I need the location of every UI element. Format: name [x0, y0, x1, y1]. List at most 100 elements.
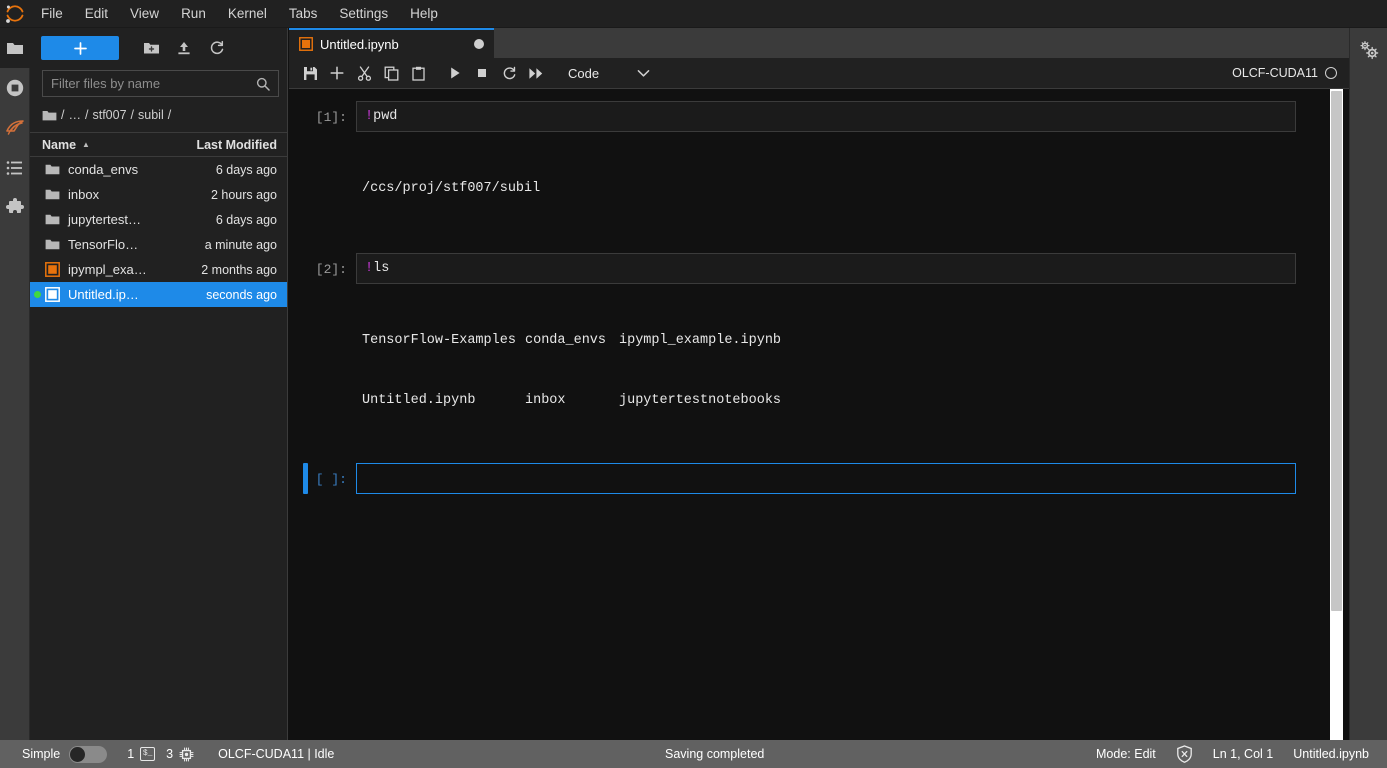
search-icon: [256, 77, 270, 91]
menu-run[interactable]: Run: [170, 0, 217, 28]
cell-spacer: [289, 455, 1349, 463]
output-line: /ccs/proj/stf007/subil: [362, 181, 541, 196]
cell-input-area[interactable]: !pwd: [356, 101, 1296, 132]
cell-prompt: [ ]:: [315, 472, 347, 487]
notebook-cell-active[interactable]: [ ]:: [289, 463, 1349, 494]
kernel-info-status[interactable]: OLCF-CUDA11 | Idle: [218, 747, 334, 761]
sidebar-item-git[interactable]: [0, 108, 30, 148]
file-name: ipympl_exa…: [68, 262, 147, 277]
notebook-canvas[interactable]: [1]: !pwd /ccs/proj/stf007/subil [2]: !l…: [289, 89, 1349, 740]
sidebar-item-extension-manager[interactable]: [0, 188, 30, 228]
new-launcher-button[interactable]: [41, 36, 119, 60]
save-button[interactable]: [297, 61, 323, 86]
list-item[interactable]: inbox 2 hours ago: [30, 182, 287, 207]
file-modified: a minute ago: [204, 237, 277, 252]
file-name: conda_envs: [68, 162, 139, 177]
cell-code-text: ls: [373, 261, 390, 276]
property-inspector-icon[interactable]: [1350, 28, 1387, 72]
notebook-cell-list: [1]: !pwd /ccs/proj/stf007/subil [2]: !l…: [289, 89, 1349, 494]
restart-and-run-all-button[interactable]: [523, 61, 549, 86]
cursor-position-status[interactable]: Ln 1, Col 1: [1213, 747, 1273, 761]
restart-kernel-button[interactable]: [496, 61, 522, 86]
new-folder-button[interactable]: [136, 35, 166, 61]
folder-icon: [40, 238, 64, 251]
kernel-chip-icon: [179, 746, 194, 762]
jupyter-logo: [0, 0, 30, 28]
breadcrumb-home-icon[interactable]: [42, 109, 57, 122]
cell-spacer: [289, 243, 1349, 253]
sort-ascending-icon: ▲: [82, 140, 90, 149]
run-button[interactable]: [442, 61, 468, 86]
toggle-knob: [70, 746, 86, 762]
menu-tabs[interactable]: Tabs: [278, 0, 329, 28]
output-cell: conda_envs: [525, 333, 607, 348]
file-name: inbox: [68, 187, 100, 202]
breadcrumb-ellipsis[interactable]: …: [68, 108, 81, 122]
column-header-name-label: Name: [42, 137, 77, 152]
stop-button[interactable]: [469, 61, 495, 86]
cell-prompt: [1]:: [315, 110, 347, 125]
menu-kernel[interactable]: Kernel: [217, 0, 278, 28]
cell-code-line: !ls: [365, 259, 1287, 278]
list-item[interactable]: conda_envs 6 days ago: [30, 157, 287, 182]
kernels-status[interactable]: 3: [166, 746, 194, 762]
editor-mode-status[interactable]: Mode: Edit: [1096, 747, 1156, 761]
simple-mode-label: Simple: [22, 747, 61, 761]
filter-files-input[interactable]: [51, 76, 241, 91]
breadcrumb-subil[interactable]: subil: [138, 108, 164, 122]
paste-button[interactable]: [405, 61, 431, 86]
chevron-down-icon: [637, 69, 650, 78]
list-item[interactable]: TensorFlo… a minute ago: [30, 232, 287, 257]
refresh-file-list-button[interactable]: [202, 35, 232, 61]
menu-edit[interactable]: Edit: [74, 0, 119, 28]
file-list: conda_envs 6 days ago inbox 2 hours ago …: [30, 157, 287, 740]
file-name: jupytertest…: [68, 212, 141, 227]
file-list-header: Name ▲ Last Modified: [30, 132, 287, 157]
sidebar-item-file-browser[interactable]: [0, 28, 30, 68]
list-item[interactable]: Untitled.ip… seconds ago: [30, 282, 287, 307]
file-modified: 2 months ago: [201, 262, 277, 277]
cell-input-area[interactable]: [356, 463, 1296, 494]
menu-view[interactable]: View: [119, 0, 170, 28]
sidebar-item-running-terminals[interactable]: [0, 68, 30, 108]
cell-code-line: !pwd: [365, 107, 1287, 126]
terminals-status[interactable]: 1 $_: [127, 747, 156, 761]
kernel-idle-circle-icon: [1325, 67, 1337, 79]
notebook-icon: [40, 287, 64, 302]
menu-help[interactable]: Help: [399, 0, 449, 28]
upload-files-button[interactable]: [169, 35, 199, 61]
notebook-icon: [299, 37, 313, 51]
active-file-name-status: Untitled.ipynb: [1293, 747, 1369, 761]
column-header-last-modified[interactable]: Last Modified: [179, 138, 287, 152]
tab-dirty-indicator[interactable]: [474, 39, 484, 49]
folder-icon: [40, 188, 64, 201]
file-filter-box[interactable]: [42, 70, 279, 97]
column-header-name[interactable]: Name ▲: [30, 138, 179, 152]
status-bar-left: Simple 1 $_ 3 OLCF-CUDA11 | Idle: [0, 745, 334, 763]
status-bar-right: Mode: Edit Ln 1, Col 1 Untitled.ipynb: [1096, 745, 1387, 763]
sidebar-item-table-of-contents[interactable]: [0, 148, 30, 188]
cell-type-select[interactable]: Code: [562, 61, 654, 85]
menu-settings[interactable]: Settings: [328, 0, 399, 28]
insert-cell-button[interactable]: [324, 61, 350, 86]
kernels-count: 3: [166, 747, 174, 761]
notebook-cell[interactable]: [1]: !pwd: [289, 101, 1349, 132]
cell-input-area[interactable]: !ls: [356, 253, 1296, 284]
cut-button[interactable]: [351, 61, 377, 86]
breadcrumb-stf007[interactable]: stf007: [92, 108, 126, 122]
main-dock-area: Untitled.ipynb Code OLCF-CUDA11 [1]: !pw…: [289, 28, 1349, 740]
list-item[interactable]: jupytertest… 6 days ago: [30, 207, 287, 232]
notebook-cell[interactable]: [2]: !ls: [289, 253, 1349, 284]
simple-mode-toggle[interactable]: [69, 745, 108, 763]
file-modified: 6 days ago: [215, 162, 277, 177]
terminals-count: 1: [127, 747, 135, 761]
file-filter-wrapper: [30, 68, 287, 103]
kernel-status-indicator[interactable]: OLCF-CUDA11: [1232, 66, 1349, 80]
breadcrumb-root[interactable]: /: [61, 108, 64, 122]
list-item[interactable]: ipympl_exa… 2 months ago: [30, 257, 287, 282]
menu-file[interactable]: File: [30, 0, 74, 28]
shield-x-icon[interactable]: [1176, 745, 1193, 763]
copy-button[interactable]: [378, 61, 404, 86]
tab-untitled-ipynb[interactable]: Untitled.ipynb: [289, 28, 494, 58]
notebook-scrollbar-thumb[interactable]: [1331, 91, 1342, 611]
